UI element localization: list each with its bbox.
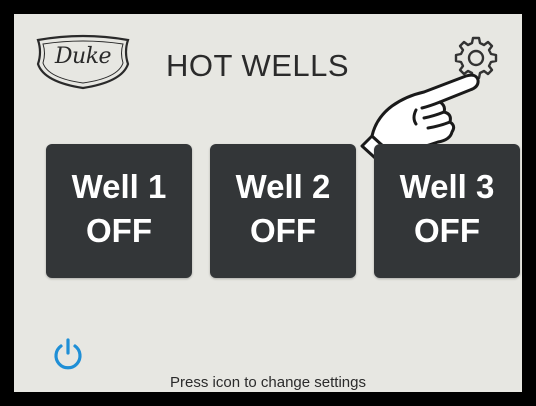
well-3-button[interactable]: Well 3 OFF — [374, 144, 520, 278]
well-status: OFF — [414, 212, 480, 249]
well-name: Well 1 — [71, 168, 167, 205]
well-name: Well 2 — [235, 168, 331, 205]
touch-screen: Duke HOT WELLS Well 1 OFF Well 2 OFF Wel… — [14, 14, 522, 392]
well-1-button[interactable]: Well 1 OFF — [46, 144, 192, 278]
power-icon — [54, 338, 82, 370]
well-status: OFF — [86, 212, 152, 249]
well-2-button[interactable]: Well 2 OFF — [210, 144, 356, 278]
well-name: Well 3 — [399, 168, 495, 205]
footer-hint: Press icon to change settings — [170, 374, 366, 391]
logo-text: Duke — [54, 44, 112, 69]
duke-logo: Duke — [32, 34, 134, 90]
well-status: OFF — [250, 212, 316, 249]
page-title: HOT WELLS — [166, 48, 350, 83]
display-bezel: Duke HOT WELLS Well 1 OFF Well 2 OFF Wel… — [0, 0, 536, 406]
power-button[interactable] — [50, 336, 86, 372]
